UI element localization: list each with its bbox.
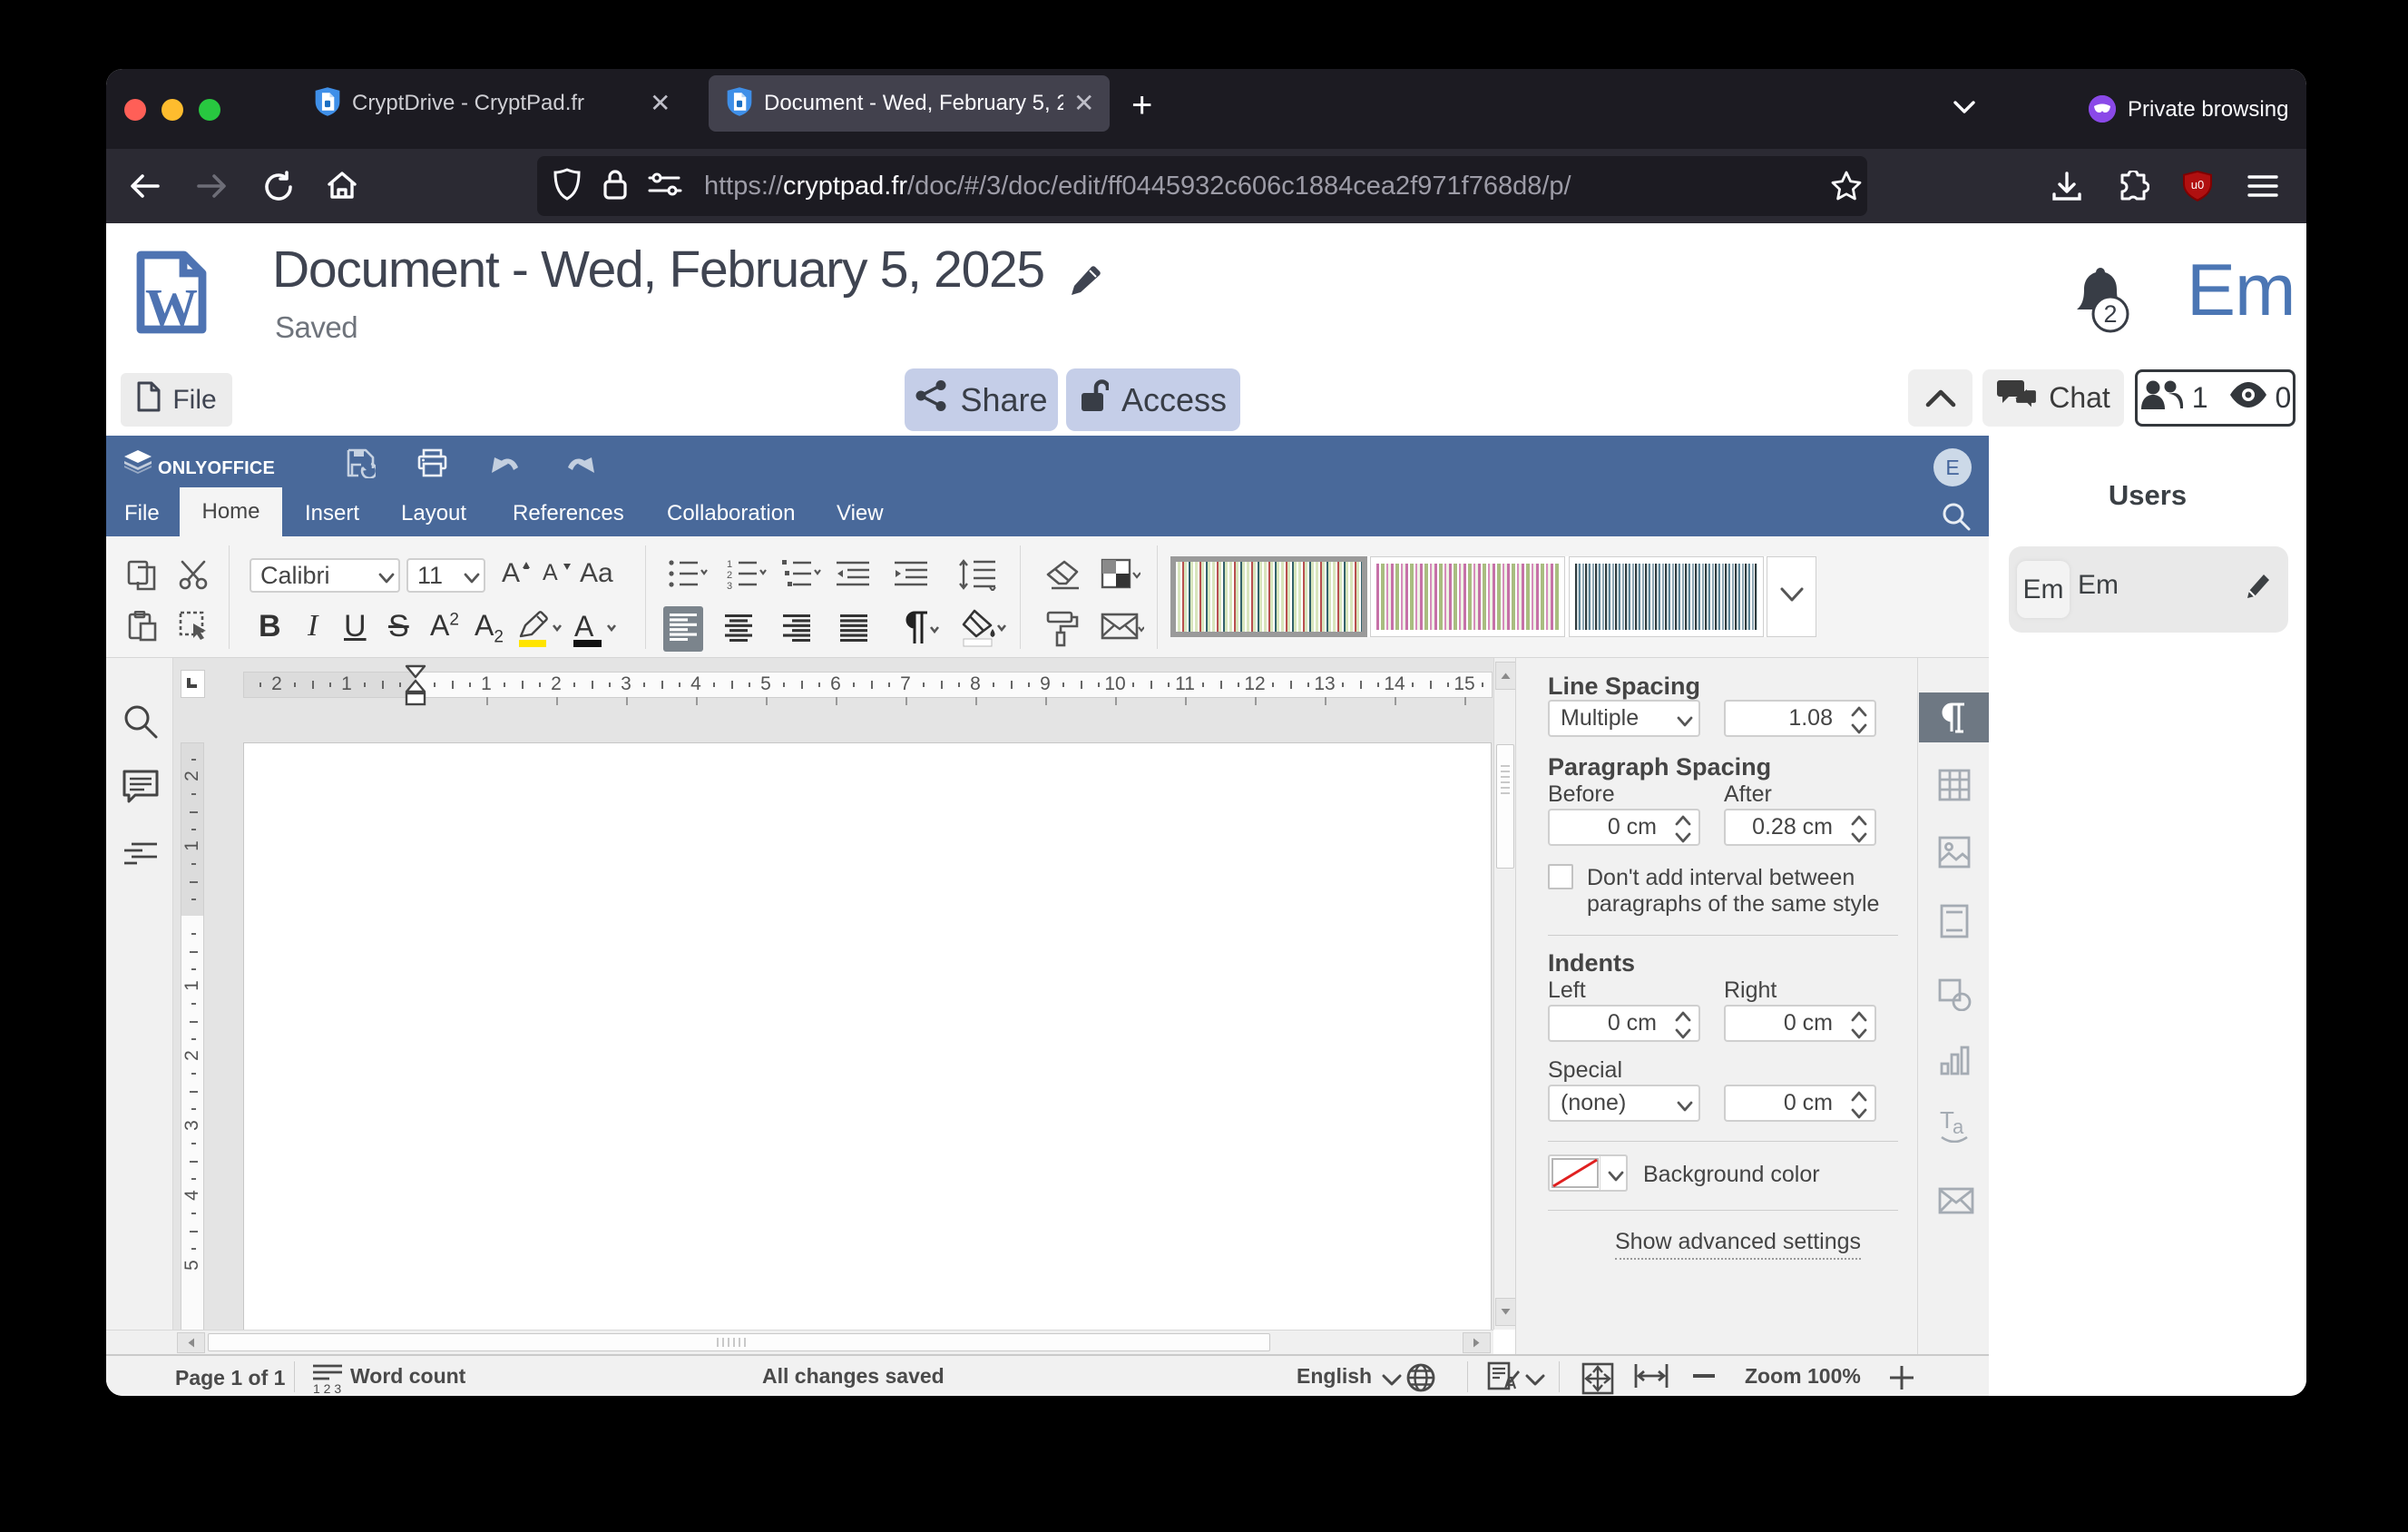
svg-text:A: A — [543, 560, 558, 585]
svg-text:3: 3 — [727, 581, 732, 589]
svg-text:a: a — [1953, 1115, 1964, 1138]
svg-text:2: 2 — [2103, 300, 2117, 328]
svg-text:u0: u0 — [2191, 178, 2204, 192]
svg-text:2: 2 — [727, 570, 732, 581]
svg-text:Aa: Aa — [580, 558, 613, 588]
svg-text:W: W — [145, 278, 198, 334]
svg-text:A: A — [574, 611, 594, 643]
svg-text:A: A — [502, 558, 520, 588]
svg-text:1 2 3: 1 2 3 — [313, 1381, 341, 1395]
svg-text:1: 1 — [727, 559, 732, 570]
